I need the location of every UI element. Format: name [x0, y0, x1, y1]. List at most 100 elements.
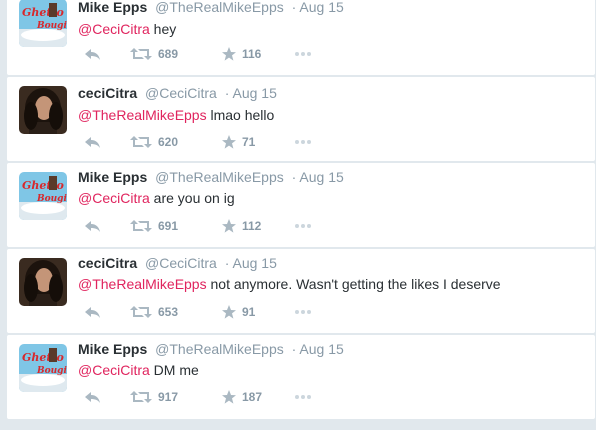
mention-link[interactable]: @TheRealMikeEpps [78, 276, 207, 292]
tweet-text: @TheRealMikeEpps lmao hello [78, 107, 274, 123]
svg-text:Bougie: Bougie [36, 366, 67, 376]
reply-icon [85, 49, 100, 60]
favorite-button[interactable]: 112 [222, 219, 261, 233]
retweet-button[interactable]: 653 [130, 305, 178, 319]
star-icon [222, 135, 236, 149]
favorite-count: 187 [242, 390, 263, 404]
tweet[interactable]: Ghetto Bougie Mike Epps @TheRealMikeEpps… [6, 0, 596, 76]
retweet-button[interactable]: 917 [130, 390, 178, 404]
author-name[interactable]: Mike Epps [78, 0, 147, 15]
more-icon [295, 224, 311, 228]
tweet-actions: 691 112 [78, 219, 378, 239]
retweet-icon [130, 136, 152, 148]
tweet-body: lmao hello [206, 107, 275, 123]
album-cover-avatar[interactable]: Ghetto Bougie [19, 0, 67, 47]
retweet-button[interactable]: 691 [130, 219, 178, 233]
tweet-text: @CeciCitra are you on ig [78, 190, 235, 206]
author-handle[interactable]: @CeciCitra [145, 85, 217, 101]
tweet-actions: 620 71 [78, 135, 378, 155]
author-name[interactable]: Mike Epps [78, 341, 147, 357]
author-handle[interactable]: @TheRealMikeEpps [155, 341, 284, 357]
tweet-text: @CeciCitra hey [78, 21, 176, 37]
retweet-icon [130, 48, 152, 60]
tweet-text: @TheRealMikeEpps not anymore. Wasn't get… [78, 276, 501, 292]
tweet-actions: 917 187 [78, 390, 378, 410]
tweet-body: not anymore. Wasn't getting the likes I … [206, 276, 501, 292]
reply-button[interactable] [84, 390, 102, 404]
album-cover-avatar[interactable]: Ghetto Bougie [19, 172, 67, 220]
star-icon [222, 219, 236, 233]
retweet-icon [130, 306, 152, 318]
more-button[interactable] [294, 223, 312, 229]
tweet-body: are you on ig [149, 190, 235, 206]
mention-link[interactable]: @CeciCitra [78, 190, 150, 206]
more-button[interactable] [294, 394, 312, 400]
retweet-count: 653 [158, 305, 179, 319]
author-handle[interactable]: @CeciCitra [145, 255, 217, 271]
mention-link[interactable]: @CeciCitra [78, 362, 150, 378]
portrait-avatar[interactable] [19, 258, 67, 306]
tweet-date[interactable]: · Aug 15 [225, 255, 277, 271]
reply-icon [85, 307, 100, 318]
star-icon [222, 305, 236, 319]
author-name[interactable]: ceciCitra [78, 85, 137, 101]
retweet-count: 691 [158, 219, 179, 233]
retweet-count: 917 [158, 390, 179, 404]
tweet[interactable]: ceciCitra @CeciCitra · Aug 15 @TheRealMi… [6, 76, 596, 162]
reply-button[interactable] [84, 305, 102, 319]
more-icon [295, 310, 311, 314]
more-button[interactable] [294, 309, 312, 315]
tweet-actions: 689 116 [78, 47, 378, 67]
mention-link[interactable]: @CeciCitra [78, 21, 150, 37]
retweet-count: 689 [158, 47, 179, 61]
svg-text:Ghetto: Ghetto [22, 6, 64, 19]
svg-text:Ghetto: Ghetto [22, 179, 64, 192]
reply-button[interactable] [84, 47, 102, 61]
favorite-count: 71 [242, 135, 256, 149]
tweet-date[interactable]: · Aug 15 [292, 169, 344, 185]
author-handle[interactable]: @TheRealMikeEpps [155, 169, 284, 185]
author-name[interactable]: Mike Epps [78, 169, 147, 185]
favorite-button[interactable]: 116 [222, 47, 261, 61]
reply-button[interactable] [84, 135, 102, 149]
star-icon [222, 47, 236, 61]
retweet-button[interactable]: 620 [130, 135, 178, 149]
more-button[interactable] [294, 139, 312, 145]
retweet-button[interactable]: 689 [130, 47, 178, 61]
tweet-date[interactable]: · Aug 15 [225, 85, 277, 101]
favorite-button[interactable]: 187 [222, 390, 262, 404]
more-button[interactable] [294, 51, 312, 57]
favorite-count: 112 [242, 219, 262, 233]
svg-text:Bougie: Bougie [36, 194, 67, 204]
star-icon [222, 390, 236, 404]
author-name[interactable]: ceciCitra [78, 255, 137, 271]
tweet-body: hey [149, 21, 177, 37]
tweet[interactable]: ceciCitra @CeciCitra · Aug 15 @TheRealMi… [6, 248, 596, 334]
album-cover-avatar[interactable]: Ghetto Bougie [19, 344, 67, 392]
author-handle[interactable]: @TheRealMikeEpps [155, 0, 284, 15]
reply-icon [85, 221, 100, 232]
tweet-text: @CeciCitra DM me [78, 362, 199, 378]
tweet-body: DM me [149, 362, 199, 378]
retweet-icon [130, 220, 152, 232]
tweet[interactable]: Ghetto Bougie Mike Epps @TheRealMikeEpps… [6, 334, 596, 420]
tweet[interactable]: Ghetto Bougie Mike Epps @TheRealMikeEpps… [6, 162, 596, 248]
more-icon [295, 140, 311, 144]
retweet-icon [130, 391, 152, 403]
favorite-count: 116 [242, 47, 262, 61]
mention-link[interactable]: @TheRealMikeEpps [78, 107, 207, 123]
reply-button[interactable] [84, 219, 102, 233]
more-icon [295, 395, 311, 399]
retweet-count: 620 [158, 135, 179, 149]
tweet-date[interactable]: · Aug 15 [292, 0, 344, 15]
reply-icon [85, 392, 100, 403]
favorite-button[interactable]: 71 [222, 135, 255, 149]
favorite-button[interactable]: 91 [222, 305, 255, 319]
svg-text:Ghetto: Ghetto [22, 351, 64, 364]
more-icon [295, 52, 311, 56]
reply-icon [85, 137, 100, 148]
tweet-date[interactable]: · Aug 15 [292, 341, 344, 357]
portrait-avatar[interactable] [19, 86, 67, 134]
tweet-actions: 653 91 [78, 305, 378, 325]
favorite-count: 91 [242, 305, 256, 319]
